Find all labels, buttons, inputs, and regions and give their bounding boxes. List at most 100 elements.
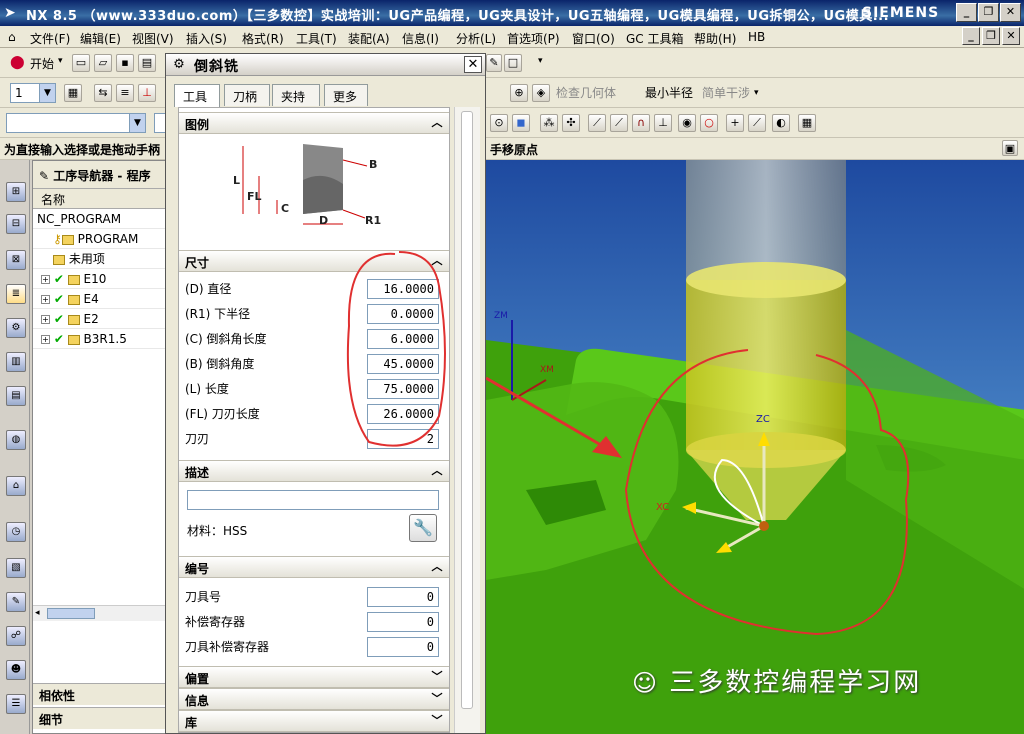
cube-icon[interactable]: ◈ [532, 84, 550, 102]
process-studio-icon[interactable]: ✎ [6, 592, 26, 612]
crosshair-icon[interactable]: + [726, 114, 744, 132]
analysis-dropdown-icon[interactable]: ▾ [754, 88, 759, 98]
wrench-icon[interactable]: 🔧 [409, 514, 437, 542]
chevron-up-icon[interactable]: ︿ [429, 559, 445, 575]
line-icon[interactable]: ⟋ [588, 114, 606, 132]
curve-icon[interactable]: ⟋ [610, 114, 628, 132]
hd3d-icon[interactable]: ▤ [6, 386, 26, 406]
expand-icon[interactable]: + [41, 335, 50, 344]
new-file-icon[interactable]: ▭ [72, 54, 90, 72]
menu-file[interactable]: 文件(F) [30, 30, 70, 47]
chevron-down-icon[interactable]: ﹀ [429, 691, 445, 707]
doc-restore-button[interactable]: ❐ [982, 27, 1000, 45]
color-box-icon[interactable]: □ [504, 54, 522, 72]
origin-handle[interactable] [759, 521, 769, 531]
view-orient-icon[interactable]: ◐ [772, 114, 790, 132]
dependencies-section[interactable]: 相依性 [33, 683, 165, 705]
tab-more[interactable]: 更多 [324, 84, 368, 106]
tab-holder[interactable]: 刀柄 [224, 84, 270, 106]
details-section[interactable]: 细节 [33, 707, 165, 729]
move-icon[interactable]: ⇆ [94, 84, 112, 102]
part-navigator-icon[interactable]: ⊠ [6, 250, 26, 270]
start-dropdown-icon[interactable]: ▾ [58, 56, 63, 66]
table-icon[interactable]: ▦ [798, 114, 816, 132]
snap-view-icon[interactable]: ⊙ [490, 114, 508, 132]
point-on-curve-icon[interactable]: ⟋ [748, 114, 766, 132]
tree-row[interactable]: + ✔ E4 [33, 289, 165, 309]
assembly-navigator-icon[interactable]: ⊞ [6, 182, 26, 202]
open-folder-icon[interactable]: ▱ [94, 54, 112, 72]
expand-icon[interactable]: + [41, 275, 50, 284]
section-description[interactable]: 描述 ︿ [179, 460, 449, 482]
menu-help[interactable]: 帮助(H) [694, 30, 736, 47]
dialog-scrollbar[interactable] [454, 107, 480, 733]
constraint-navigator-icon[interactable]: ⊟ [6, 214, 26, 234]
menu-assembly[interactable]: 装配(A) [348, 30, 390, 47]
menu-format[interactable]: 格式(R) [242, 30, 284, 47]
intersection-icon[interactable]: ⊥ [654, 114, 672, 132]
measure-icon[interactable]: ⊕ [510, 84, 528, 102]
layer-select[interactable]: 1 ▼ [10, 83, 56, 103]
check-geometry-button[interactable]: 检查几何体 [556, 84, 616, 101]
close-button[interactable]: ✕ [1000, 3, 1021, 22]
menu-preferences[interactable]: 首选项(P) [507, 30, 560, 47]
print-icon[interactable]: ▤ [138, 54, 156, 72]
menu-analysis[interactable]: 分析(L) [456, 30, 496, 47]
section-info[interactable]: 信息 ﹀ [179, 688, 449, 710]
numbering-input[interactable]: 0 [367, 587, 439, 607]
section-legend[interactable]: 图例 ︿ [179, 112, 449, 134]
paint-icon[interactable]: ✎ [486, 54, 502, 72]
section-library[interactable]: 库 ﹀ [179, 710, 449, 732]
gear-icon[interactable]: ⚙ [171, 57, 187, 73]
tree-row[interactable]: ⚷ PROGRAM [33, 229, 165, 249]
app-menu-icon[interactable]: ⌂ [8, 30, 16, 44]
description-input[interactable] [187, 490, 439, 510]
menu-edit[interactable]: 编辑(E) [80, 30, 121, 47]
machine-tool-icon[interactable]: ⚙ [6, 318, 26, 338]
dialog-close-button[interactable]: ✕ [464, 56, 482, 73]
minimize-button[interactable]: _ [956, 3, 977, 22]
web-browser-icon[interactable]: ◍ [6, 430, 26, 450]
pin-icon[interactable]: ✎ [39, 169, 49, 183]
toolbar-dropdown-icon[interactable]: ▾ [538, 56, 543, 66]
circle-center-icon[interactable]: ◉ [678, 114, 696, 132]
layer-settings-icon[interactable]: ▦ [64, 84, 82, 102]
grid-select-icon[interactable]: ⁂ [540, 114, 558, 132]
scroll-left-icon[interactable]: ◂ [35, 608, 40, 618]
doc-close-button[interactable]: ✕ [1002, 27, 1020, 45]
tree-row[interactable]: + ✔ E2 [33, 309, 165, 329]
type-filter-select[interactable]: ▼ [6, 113, 146, 133]
roles-icon[interactable]: ☍ [6, 626, 26, 646]
tree-row[interactable]: + ✔ E10 [33, 269, 165, 289]
wcs-icon[interactable]: ⊥ [138, 84, 156, 102]
scatter-select-icon[interactable]: ✣ [562, 114, 580, 132]
operation-navigator-icon[interactable]: ≣ [6, 284, 26, 304]
save-icon[interactable]: ▪ [116, 54, 134, 72]
tree-row[interactable]: 未用项 [33, 249, 165, 269]
dialog-scroll-thumb[interactable] [461, 111, 473, 709]
circle-icon[interactable]: ○ [700, 114, 718, 132]
history-icon[interactable]: ⌂ [6, 476, 26, 496]
chevron-up-icon[interactable]: ︿ [429, 463, 445, 479]
tab-clamp[interactable]: 夹持器 [272, 84, 320, 121]
menu-hb[interactable]: HB [748, 30, 765, 44]
expand-icon[interactable]: + [41, 315, 50, 324]
menu-tools[interactable]: 工具(T) [296, 30, 337, 47]
section-offset[interactable]: 偏置 ﹀ [179, 666, 449, 688]
menu-view[interactable]: 视图(V) [132, 30, 174, 47]
chevron-down-icon[interactable]: ﹀ [429, 669, 445, 685]
arc-icon[interactable]: ∩ [632, 114, 650, 132]
tab-tool[interactable]: 工具 [174, 84, 220, 107]
tree-row[interactable]: NC_PROGRAM [33, 209, 165, 229]
system-scenes-icon[interactable]: ☰ [6, 694, 26, 714]
tree-row[interactable]: + ✔ B3R1.5 [33, 329, 165, 349]
numbering-input[interactable]: 0 [367, 637, 439, 657]
menu-insert[interactable]: 插入(S) [186, 30, 227, 47]
doc-minimize-button[interactable]: _ [962, 27, 980, 45]
simple-interference-button[interactable]: 简单干涉 [702, 84, 750, 101]
minimum-radius-button[interactable]: 最小半径 [645, 84, 693, 101]
chevron-down-icon[interactable]: ﹀ [429, 713, 445, 729]
graphics-viewport[interactable]: ZM XM ZC XC [486, 160, 1024, 734]
menu-info[interactable]: 信息(I) [402, 30, 439, 47]
layer-stack-icon[interactable]: ≡ [116, 84, 134, 102]
